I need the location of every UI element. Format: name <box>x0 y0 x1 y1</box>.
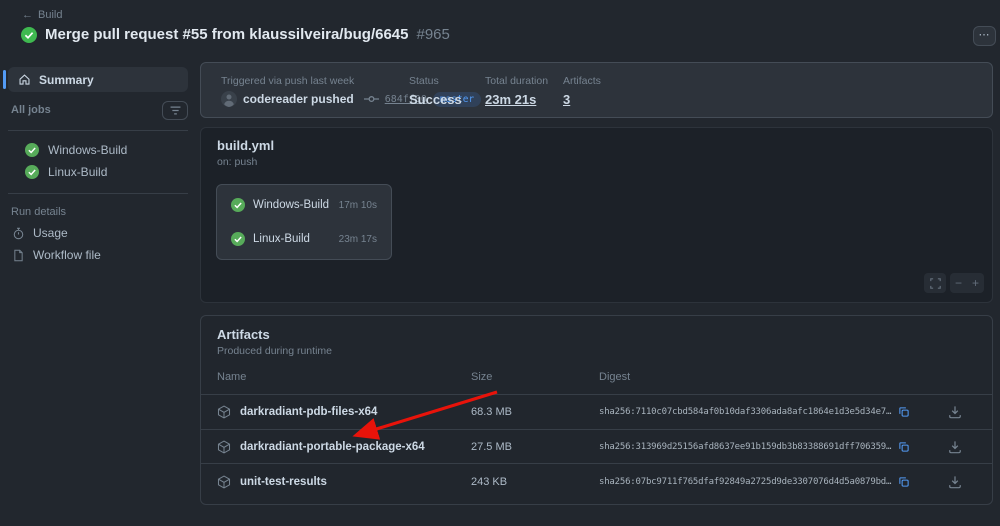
artifact-name: unit-test-results <box>240 476 327 488</box>
workflow-file-name: build.yml <box>217 138 274 153</box>
sidebar-item-label: Usage <box>33 226 68 240</box>
artifact-name-link[interactable]: darkradiant-portable-package-x64 <box>217 440 425 454</box>
sidebar-item-windows-build[interactable]: Windows-Build <box>0 139 196 161</box>
graph-job-duration: 17m 10s <box>339 200 377 211</box>
job-label: Linux-Build <box>48 165 107 179</box>
graph-job-windows-build[interactable]: Windows-Build 17m 10s <box>231 198 377 212</box>
copy-digest-button[interactable] <box>898 406 910 418</box>
run-summary-bar: Triggered via push last week codereader … <box>200 62 993 118</box>
kebab-menu-button[interactable]: ⋯ <box>973 26 996 46</box>
filter-icon <box>170 106 181 115</box>
artifact-name-link[interactable]: unit-test-results <box>217 475 327 489</box>
check-circle-icon <box>231 198 245 212</box>
artifact-name: darkradiant-portable-package-x64 <box>240 441 425 453</box>
duration-column: Total duration 23m 21s <box>485 75 548 107</box>
artifact-name: darkradiant-pdb-files-x64 <box>240 406 377 418</box>
actor-name: codereader pushed <box>243 92 354 106</box>
home-icon <box>18 73 31 86</box>
artifact-row: darkradiant-pdb-files-x64 68.3 MB sha256… <box>201 394 992 429</box>
download-artifact-button[interactable] <box>948 405 962 419</box>
fit-view-button[interactable] <box>924 273 946 293</box>
column-header-digest: Digest <box>599 371 630 383</box>
run-title-row: Merge pull request #55 from klaussilveir… <box>21 26 450 43</box>
stopwatch-icon <box>12 227 25 240</box>
artifacts-column: Artifacts 3 <box>563 75 601 107</box>
workflow-graph-panel: build.yml on: push Windows-Build 17m 10s… <box>200 127 993 303</box>
artifacts-subtitle: Produced during runtime <box>217 345 332 357</box>
artifacts-label: Artifacts <box>563 75 601 87</box>
artifact-row: unit-test-results 243 KB sha256:07bc9711… <box>201 463 992 499</box>
filter-jobs-button[interactable] <box>162 101 188 120</box>
zoom-control-group: − + <box>950 273 984 293</box>
sidebar-item-label: Summary <box>39 73 94 87</box>
avatar[interactable] <box>221 91 237 107</box>
all-jobs-label: All jobs <box>8 104 51 116</box>
duration-label: Total duration <box>485 75 548 87</box>
artifact-size: 68.3 MB <box>471 406 512 418</box>
workflow-file-icon <box>12 249 25 262</box>
graph-controls: − + <box>924 273 984 293</box>
fit-view-icon <box>930 278 941 289</box>
job-label: Windows-Build <box>48 143 127 157</box>
sidebar: Summary All jobs Windows-Build Linux-Bui… <box>0 62 196 266</box>
column-header-size: Size <box>471 371 492 383</box>
download-artifact-button[interactable] <box>948 475 962 489</box>
artifact-digest-cell: sha256:7110c07cbd584af0b10daf3306ada8afc… <box>599 406 910 418</box>
check-circle-icon <box>25 165 39 179</box>
artifact-digest: sha256:7110c07cbd584af0b10daf3306ada8afc… <box>599 407 891 417</box>
artifacts-count[interactable]: 3 <box>563 92 601 107</box>
artifact-size: 27.5 MB <box>471 441 512 453</box>
sidebar-item-usage[interactable]: Usage <box>0 222 196 244</box>
graph-job-name: Windows-Build <box>253 199 331 211</box>
artifact-digest-cell: sha256:313969d25156afd8637ee91b159db3b83… <box>599 441 910 453</box>
package-icon <box>217 405 231 419</box>
status-column: Status Success <box>409 75 462 107</box>
status-value: Success <box>409 92 462 107</box>
graph-job-duration: 23m 17s <box>339 234 377 245</box>
artifact-digest: sha256:313969d25156afd8637ee91b159db3b83… <box>599 442 891 452</box>
copy-digest-button[interactable] <box>898 441 910 453</box>
check-circle-icon <box>21 27 37 43</box>
run-number: #965 <box>416 26 449 43</box>
check-circle-icon <box>231 232 245 246</box>
job-group-card: Windows-Build 17m 10s Linux-Build 23m 17… <box>216 184 392 260</box>
sidebar-item-linux-build[interactable]: Linux-Build <box>0 161 196 183</box>
download-artifact-button[interactable] <box>948 440 962 454</box>
package-icon <box>217 440 231 454</box>
check-circle-icon <box>25 143 39 157</box>
artifact-digest: sha256:07bc9711f765dfaf92849a2725d9de330… <box>599 477 891 487</box>
workflow-run-page: ← Build Merge pull request #55 from klau… <box>0 0 1000 526</box>
column-header-name: Name <box>217 371 246 383</box>
active-indicator <box>3 70 6 89</box>
back-label: Build <box>38 9 62 21</box>
duration-value[interactable]: 23m 21s <box>485 92 548 107</box>
status-label: Status <box>409 75 462 87</box>
zoom-in-button[interactable]: + <box>967 273 984 293</box>
copy-digest-button[interactable] <box>898 476 910 488</box>
artifact-digest-cell: sha256:07bc9711f765dfaf92849a2725d9de330… <box>599 476 910 488</box>
breadcrumb-back[interactable]: ← Build <box>22 9 62 21</box>
graph-job-linux-build[interactable]: Linux-Build 23m 17s <box>231 232 377 246</box>
back-arrow-icon: ← <box>22 9 33 21</box>
commit-icon <box>364 94 379 104</box>
zoom-out-button[interactable]: − <box>950 273 967 293</box>
graph-job-name: Linux-Build <box>253 233 331 245</box>
artifact-name-link[interactable]: darkradiant-pdb-files-x64 <box>217 405 377 419</box>
divider <box>8 130 188 131</box>
artifact-row: darkradiant-portable-package-x64 27.5 MB… <box>201 429 992 463</box>
kebab-icon: ⋯ <box>979 29 991 41</box>
sidebar-item-workflow-file[interactable]: Workflow file <box>0 244 196 266</box>
package-icon <box>217 475 231 489</box>
all-jobs-header: All jobs <box>8 100 188 120</box>
artifacts-title: Artifacts <box>217 327 270 342</box>
divider <box>8 193 188 194</box>
artifact-size: 243 KB <box>471 476 507 488</box>
trigger-text: Triggered via push last week <box>221 75 354 87</box>
workflow-trigger: on: push <box>217 156 257 168</box>
sidebar-item-label: Workflow file <box>33 248 101 262</box>
artifacts-panel: Artifacts Produced during runtime Name S… <box>200 315 993 505</box>
run-details-heading: Run details <box>0 202 196 222</box>
page-title: Merge pull request #55 from klaussilveir… <box>45 26 408 43</box>
sidebar-item-summary[interactable]: Summary <box>8 67 188 92</box>
